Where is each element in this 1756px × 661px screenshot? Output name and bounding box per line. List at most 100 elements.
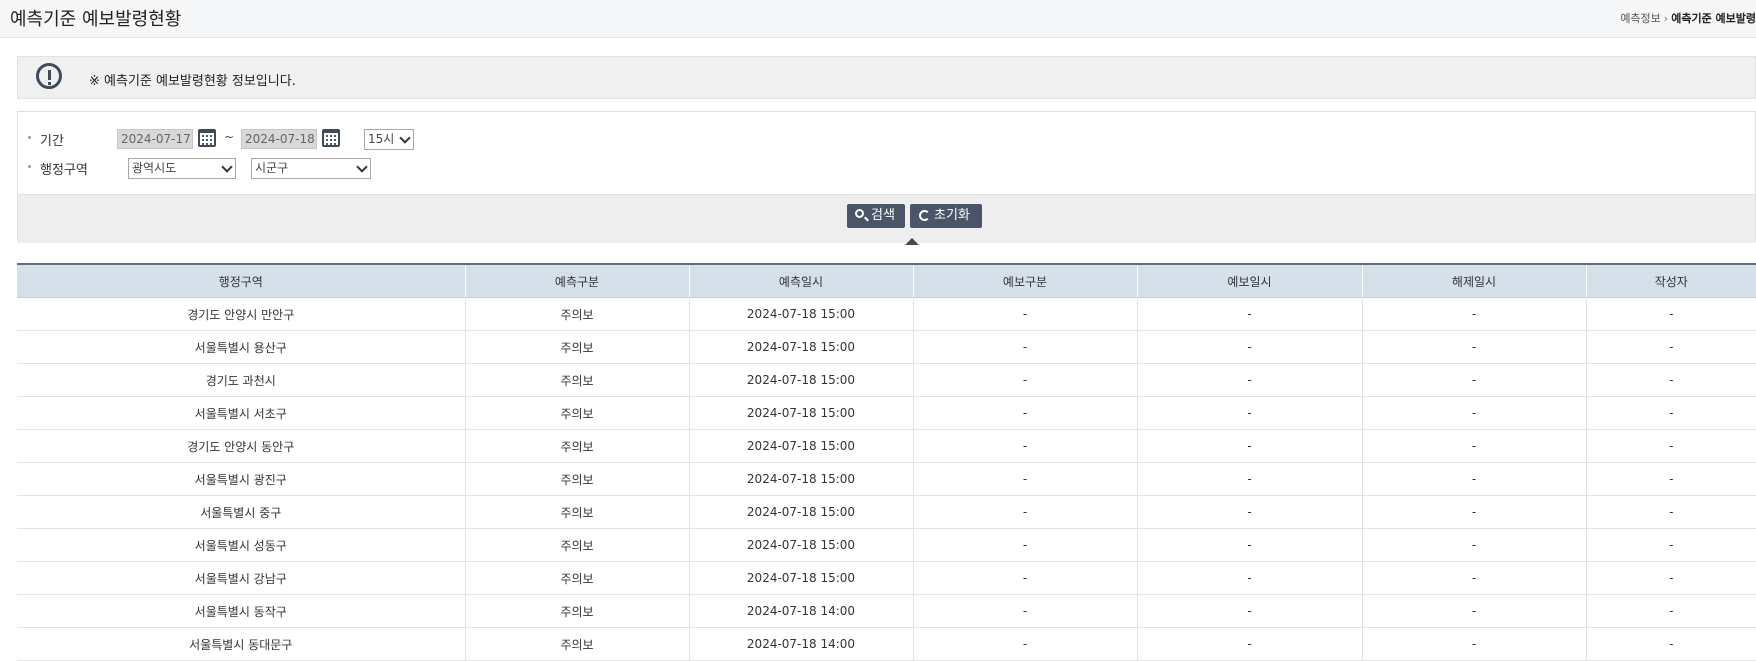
table-cell: - — [1585, 462, 1756, 496]
table-cell: 주의보 — [464, 330, 689, 364]
table-cell: 주의보 — [464, 627, 689, 661]
table-row[interactable]: 경기도 안양시 만안구 주의보 2024-07-18 15:00- - - - — [17, 297, 1756, 331]
table-cell: - — [912, 594, 1137, 628]
table-cell: 경기도 과천시 — [17, 363, 465, 397]
column-header: 행정구역 — [17, 263, 465, 298]
table-cell: 서울특별시 광진구 — [17, 462, 465, 496]
table-body: 경기도 안양시 만안구 주의보 2024-07-18 15:00- - - - 서울특별시 … — [17, 297, 1756, 661]
province-select[interactable]: 광역시도 — [128, 158, 236, 179]
table-cell: 서울특별시 용산구 — [17, 330, 465, 364]
reset-button[interactable]: 초기화 — [910, 204, 982, 228]
table-cell: - — [912, 462, 1137, 496]
table-cell: 2024-07-18 15:00 — [688, 528, 913, 562]
table-row[interactable]: 서울특별시 중구 주의보 2024-07-18 15:00- - - - — [17, 495, 1756, 529]
table-row[interactable]: 서울특별시 성동구 주의보 2024-07-18 15:00- - - - — [17, 528, 1756, 562]
breadcrumb: 예측정보 › 예측기준 예보발령 — [1620, 10, 1756, 26]
table-row[interactable]: 서울특별시 강남구 주의보 2024-07-18 15:00- - - - — [17, 561, 1756, 595]
table-cell: 주의보 — [464, 495, 689, 529]
table-cell: - — [912, 429, 1137, 463]
table-cell: 2024-07-18 15:00 — [688, 462, 913, 496]
table-row[interactable]: 서울특별시 용산구 주의보 2024-07-18 15:00- - - - — [17, 330, 1756, 364]
exclamation-circle-icon — [36, 63, 62, 89]
table-row[interactable]: 서울특별시 광진구 주의보 2024-07-18 15:00- - - - — [17, 462, 1756, 496]
table-cell: - — [1585, 363, 1756, 397]
table-row[interactable]: 경기도 안양시 동안구 주의보 2024-07-18 15:00- - - - — [17, 429, 1756, 463]
table-cell: - — [1585, 627, 1756, 661]
table-cell: - — [1361, 297, 1586, 331]
end-date-input[interactable]: 2024-07-18 — [241, 129, 317, 149]
table-cell: - — [912, 363, 1137, 397]
notice-box: ※ 예측기준 예보발령현황 정보입니다. — [17, 56, 1756, 99]
table-cell: - — [1136, 396, 1362, 430]
chevron-down-icon — [221, 161, 233, 173]
table-cell: - — [1136, 594, 1362, 628]
search-icon — [855, 209, 864, 218]
table-cell: 경기도 안양시 동안구 — [17, 429, 465, 463]
table-cell: 2024-07-18 15:00 — [688, 495, 913, 529]
hour-select[interactable]: 15시 — [364, 129, 414, 150]
table-cell: 서울특별시 동작구 — [17, 594, 465, 628]
table-cell: 서울특별시 중구 — [17, 495, 465, 529]
breadcrumb-item-forecast-info[interactable]: 예측정보 — [1620, 12, 1660, 25]
table-cell: 주의보 — [464, 462, 689, 496]
search-panel: 기간 2024-07-17 ~ 2024-07-18 15시 행정구역 광역시도… — [17, 111, 1756, 243]
button-area: 검색 초기화 — [18, 194, 1755, 243]
chevron-down-icon — [356, 161, 368, 173]
column-header: 예보구분 — [912, 263, 1137, 298]
table-cell: 서울특별시 성동구 — [17, 528, 465, 562]
table-row[interactable]: 경기도 과천시 주의보 2024-07-18 15:00- - - - — [17, 363, 1756, 397]
table-cell: 2024-07-18 15:00 — [688, 561, 913, 595]
calendar-icon[interactable] — [198, 129, 216, 147]
reset-button-label: 초기화 — [934, 208, 970, 223]
column-header: 해제일시 — [1361, 263, 1586, 298]
table-cell: - — [1361, 528, 1586, 562]
table-cell: - — [912, 561, 1137, 595]
column-header: 예측구분 — [464, 263, 689, 298]
table-cell: - — [1136, 330, 1362, 364]
results-table: 행정구역 예측구분 예측일시 예보구분 예보일시 해제일시 작성자 경기도 안양… — [17, 263, 1756, 661]
table-cell: 2024-07-18 14:00 — [688, 594, 913, 628]
table-cell: - — [1585, 297, 1756, 331]
table-cell: - — [1585, 396, 1756, 430]
table-row[interactable]: 서울특별시 동대문구 주의보 2024-07-18 14:00- - - - — [17, 627, 1756, 661]
calendar-icon[interactable] — [322, 129, 340, 147]
table-row[interactable]: 서울특별시 동작구 주의보 2024-07-18 14:00- - - - — [17, 594, 1756, 628]
district-select[interactable]: 시군구 — [251, 158, 371, 179]
chevron-down-icon — [399, 132, 411, 144]
table-cell: - — [1585, 528, 1756, 562]
table-cell: 주의보 — [464, 363, 689, 397]
table-cell: - — [1361, 363, 1586, 397]
column-header: 예보일시 — [1136, 263, 1362, 298]
bullet-icon — [28, 136, 31, 139]
table-row[interactable]: 서울특별시 서초구 주의보 2024-07-18 15:00- - - - — [17, 396, 1756, 430]
chevron-right-icon: › — [1663, 12, 1669, 25]
start-date-input[interactable]: 2024-07-17 — [117, 129, 193, 149]
table-cell: 주의보 — [464, 297, 689, 331]
table-cell: - — [1361, 429, 1586, 463]
table-cell: - — [1361, 594, 1586, 628]
table-cell: - — [1585, 495, 1756, 529]
top-bar: 예측기준 예보발령현황 예측정보 › 예측기준 예보발령 — [0, 0, 1756, 38]
column-header: 작성자 — [1585, 263, 1756, 298]
region-row: 행정구역 광역시도 시군구 — [18, 157, 1755, 179]
column-header: 예측일시 — [688, 263, 913, 298]
hour-select-value: 15시 — [368, 132, 395, 146]
table-cell: - — [1361, 396, 1586, 430]
table-cell: 경기도 안양시 만안구 — [17, 297, 465, 331]
breadcrumb-item-current: 예측기준 예보발령 — [1671, 12, 1756, 25]
notice-message: ※ 예측기준 예보발령현황 정보입니다. — [89, 74, 296, 89]
table-cell: 주의보 — [464, 396, 689, 430]
table-cell: - — [912, 627, 1137, 661]
table-cell: 2024-07-18 15:00 — [688, 396, 913, 430]
table-cell: 주의보 — [464, 528, 689, 562]
table-cell: - — [1361, 462, 1586, 496]
period-row: 기간 2024-07-17 ~ 2024-07-18 15시 — [18, 128, 1755, 150]
search-button[interactable]: 검색 — [847, 204, 905, 228]
table-cell: 주의보 — [464, 594, 689, 628]
panel-toggle-caret[interactable] — [905, 238, 919, 245]
period-label: 기간 — [40, 134, 64, 149]
province-select-value: 광역시도 — [132, 161, 177, 175]
table-cell: - — [1136, 363, 1362, 397]
table-cell: - — [1136, 429, 1362, 463]
bullet-icon — [28, 165, 31, 168]
